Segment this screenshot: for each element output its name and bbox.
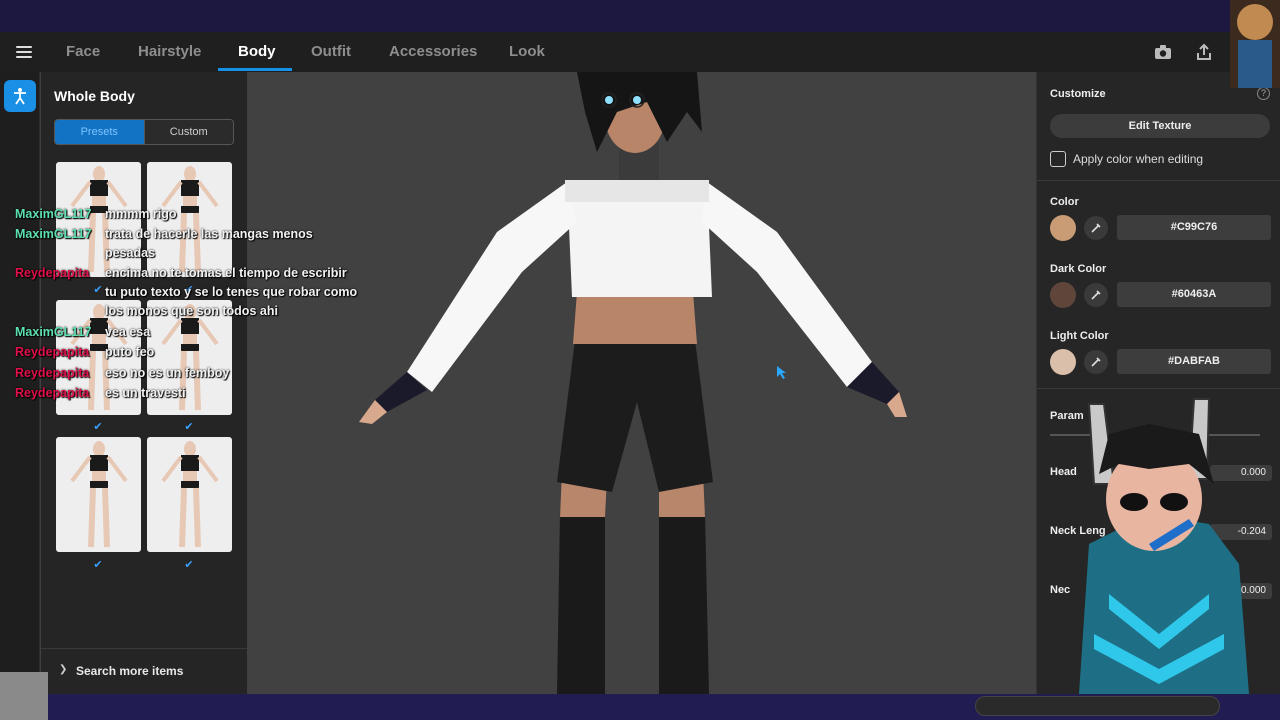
body-preset-figure [70,441,128,548]
tab-face[interactable]: Face [66,32,100,72]
edit-texture-button[interactable]: Edit Texture [1050,114,1270,138]
body-preset-figure [161,304,219,411]
presets-tab[interactable]: Presets [55,120,144,144]
vtuber-overlay [1079,398,1249,694]
tab-hairstyle[interactable]: Hairstyle [138,32,201,72]
divider [1037,388,1280,389]
left-rail [0,72,40,694]
tab-accessories[interactable]: Accessories [389,32,477,72]
color-hex-field[interactable]: #C99C76 [1117,215,1271,240]
tab-body[interactable]: Body [238,32,276,72]
color-label: Color [1050,196,1079,208]
scroll-bar [975,696,1220,716]
active-tab-indicator [218,68,292,71]
search-more-label: Search more items [76,664,184,678]
chevron-right-icon: ❯ [59,664,68,675]
divider [1037,180,1280,181]
color-swatch[interactable] [1050,215,1076,241]
eyedropper-icon[interactable] [1084,350,1108,374]
webcam-thumbnail [1230,0,1280,88]
preset-thumbnail[interactable] [56,162,141,277]
vroid-app-window: Face Hairstyle Body Outfit Accessories L… [0,32,1280,694]
check-icon: ✔ [93,284,103,296]
preset-thumbnail[interactable] [147,437,232,552]
stream-bottom-strip [0,694,1280,720]
avatar-model [359,72,907,694]
custom-tab[interactable]: Custom [143,120,233,144]
3d-viewport[interactable] [247,72,1036,694]
preset-custom-toggle: Presets Custom [54,119,234,145]
menu-icon[interactable] [16,46,32,58]
tab-outfit[interactable]: Outfit [311,32,351,72]
share-icon[interactable] [1194,42,1214,62]
body-preset-figure [70,166,128,273]
left-panel: Whole Body Presets Custom ✔ ✔ ✔ ✔ ✔ ✔ ❯ … [41,72,247,694]
customize-title: Customize [1050,88,1106,100]
whole-body-rail-button[interactable] [4,80,36,112]
help-icon[interactable]: ? [1257,87,1270,100]
light-color-label: Light Color [1050,330,1109,342]
apply-color-checkbox[interactable] [1050,151,1066,167]
light-color-hex-field[interactable]: #DABFAB [1117,349,1271,374]
check-icon: ✔ [184,284,194,296]
apply-color-label: Apply color when editing [1073,152,1204,166]
preset-thumbnail[interactable] [56,300,141,415]
search-more-items[interactable]: ❯ Search more items [41,648,247,694]
preset-thumbnail[interactable] [147,162,232,277]
panel-title: Whole Body [54,88,135,104]
body-preset-figure [161,166,219,273]
dark-color-swatch[interactable] [1050,282,1076,308]
tab-look[interactable]: Look [509,32,545,72]
body-figure-icon [14,88,26,105]
check-icon: ✔ [93,421,103,433]
check-icon: ✔ [184,559,194,571]
dark-color-label: Dark Color [1050,263,1107,275]
cursor-icon [777,366,786,379]
check-icon: ✔ [93,559,103,571]
webcam-thumbnail [0,672,48,720]
top-nav: Face Hairstyle Body Outfit Accessories L… [0,32,1280,72]
body-preset-figure [161,441,219,548]
check-icon: ✔ [184,421,194,433]
preset-thumbnail[interactable] [147,300,232,415]
eyedropper-icon[interactable] [1084,216,1108,240]
body-preset-figure [70,304,128,411]
eyedropper-icon[interactable] [1084,283,1108,307]
light-color-swatch[interactable] [1050,349,1076,375]
dark-color-hex-field[interactable]: #60463A [1117,282,1271,307]
right-panel: Customize ? Edit Texture Apply color whe… [1036,72,1280,694]
camera-icon[interactable] [1153,42,1173,62]
preset-thumbnail[interactable] [56,437,141,552]
stream-top-strip [0,0,1280,32]
